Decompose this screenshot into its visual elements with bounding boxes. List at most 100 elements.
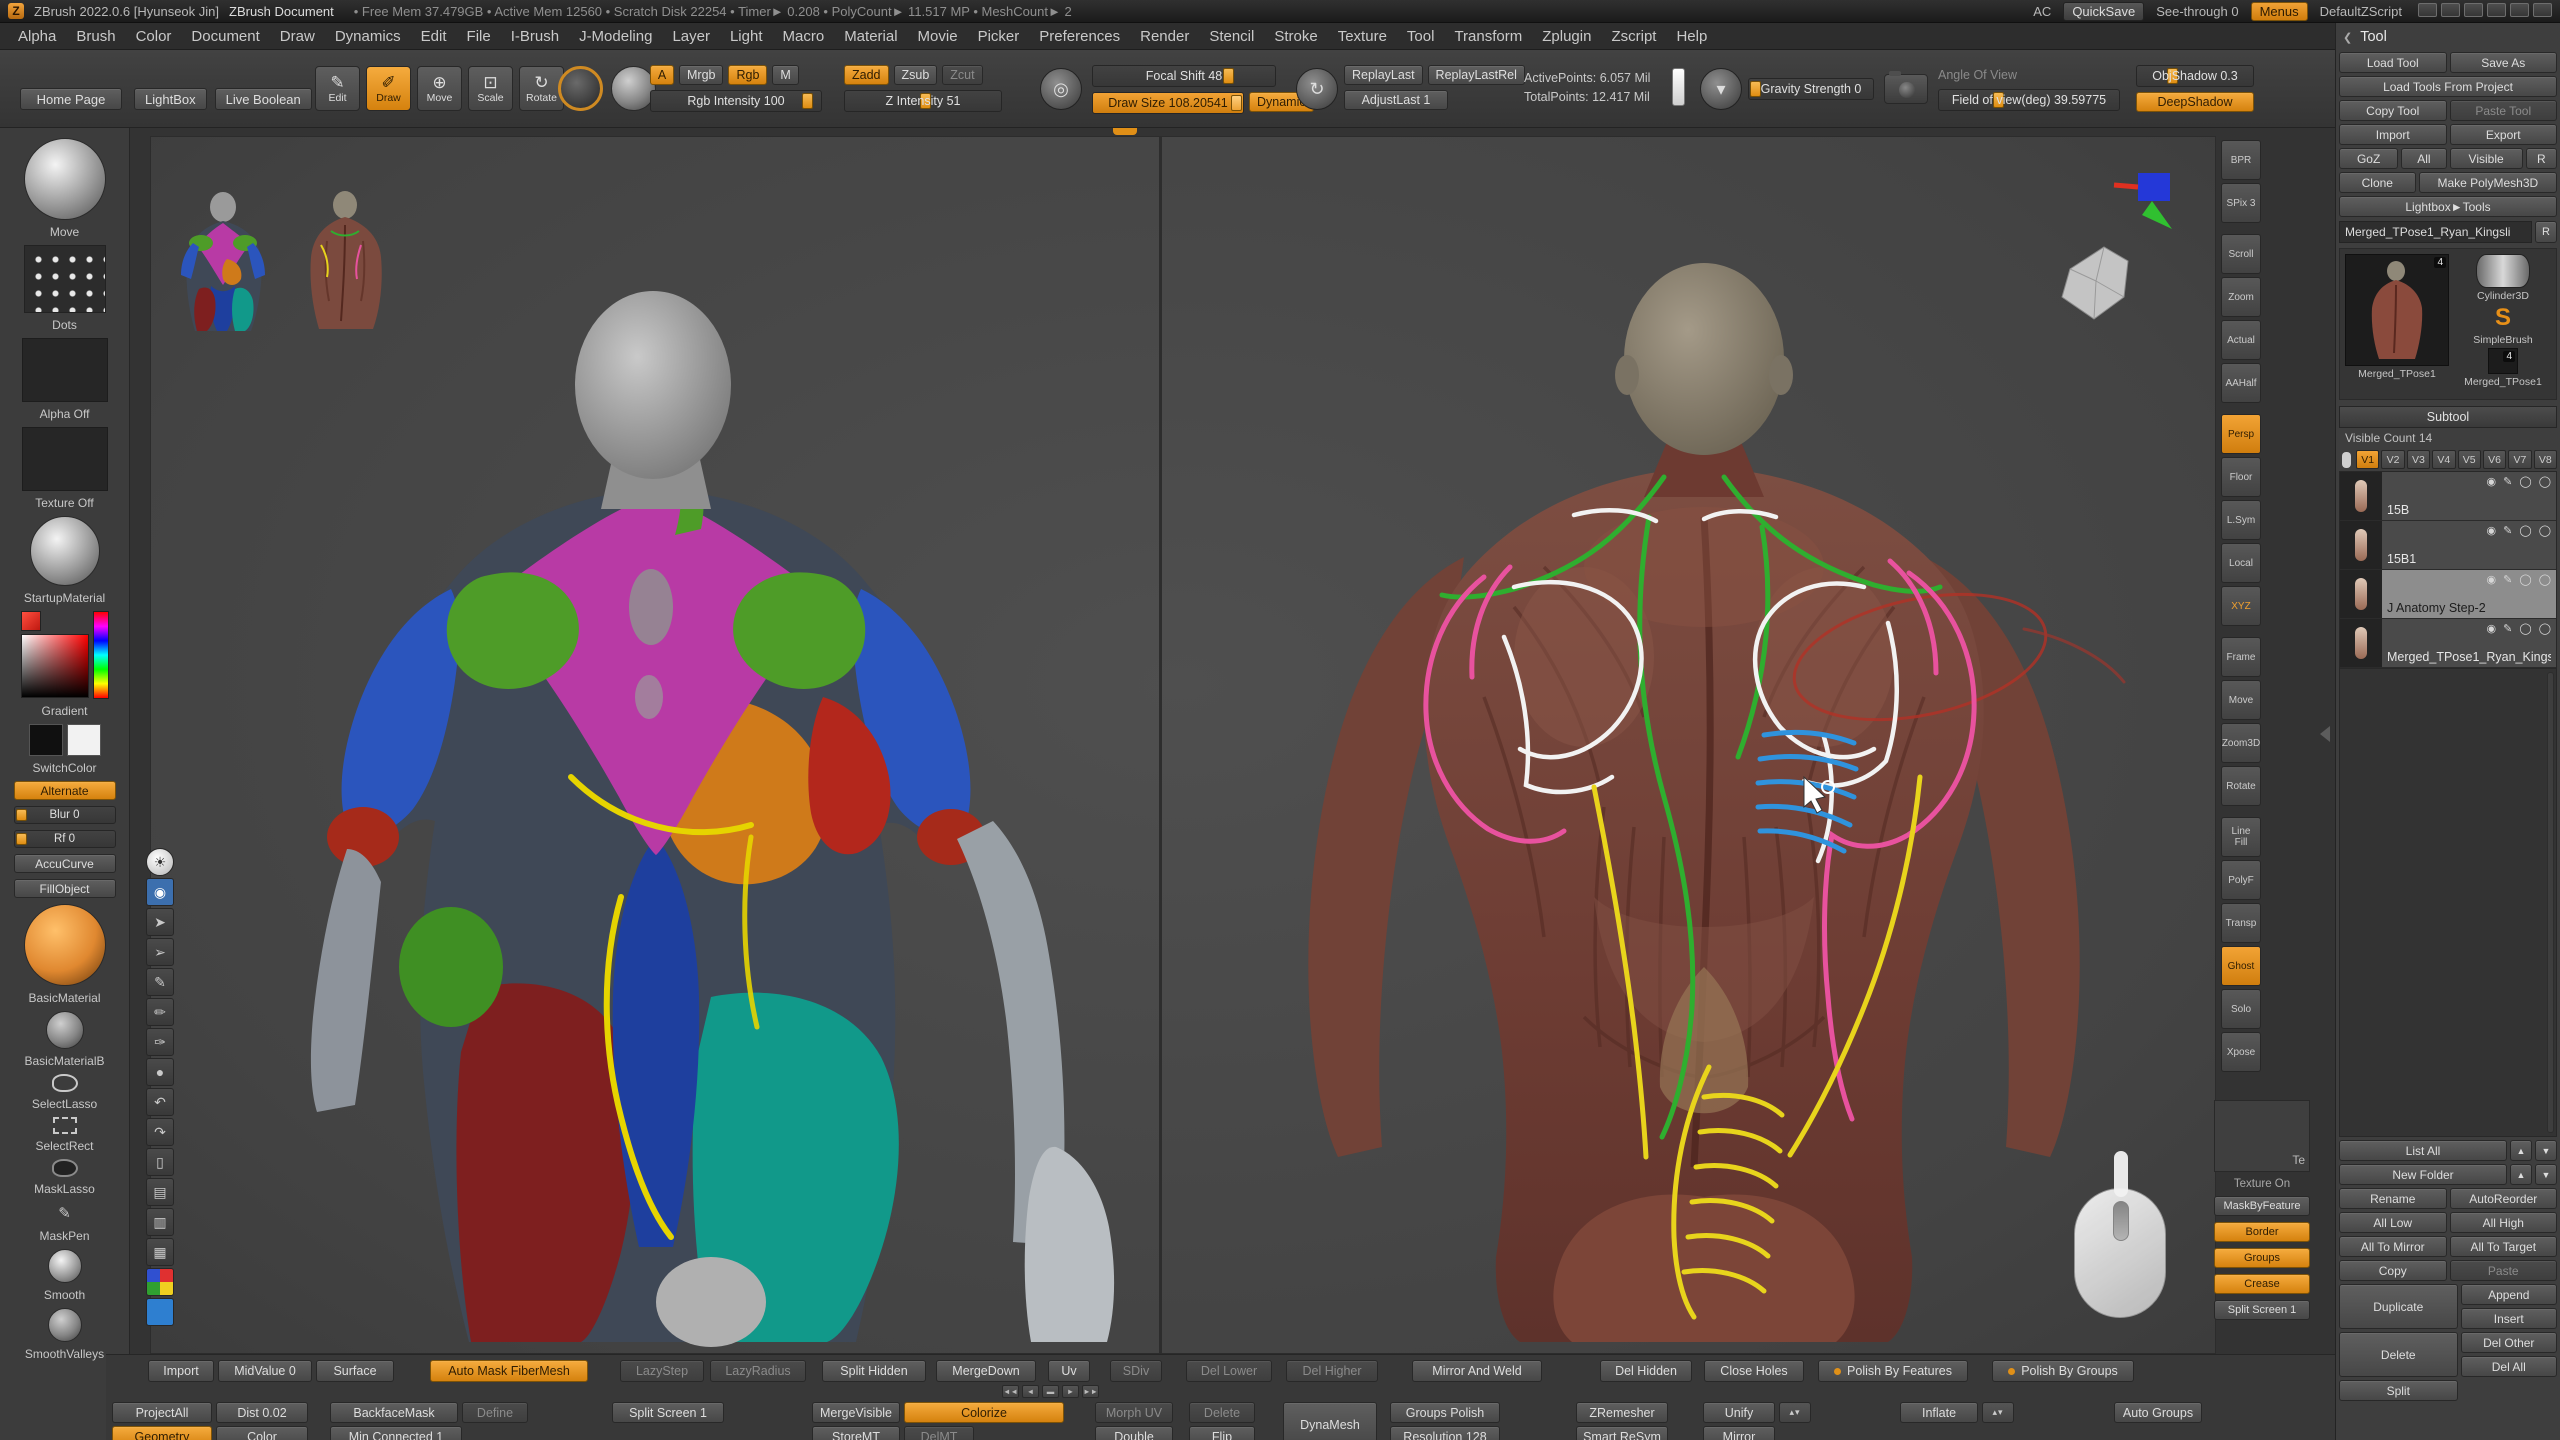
subtool-view-tab-v4[interactable]: V4 (2432, 450, 2455, 469)
obj-shadow-slider[interactable]: ObjShadow 0.3 (2136, 65, 2254, 87)
l-sym-button[interactable]: L.Sym (2221, 500, 2261, 540)
current-brush-thumbnail[interactable] (24, 138, 106, 220)
paintbrush-icon[interactable]: ✎ (2503, 573, 2512, 586)
menu-j-modeling[interactable]: J-Modeling (569, 23, 662, 49)
menu-document[interactable]: Document (181, 23, 269, 49)
subtool-section-header[interactable]: Subtool (2339, 406, 2557, 428)
tray-resize-handle[interactable] (1113, 128, 1137, 135)
polypaint-toggle-icon[interactable]: ◯ (2519, 524, 2531, 537)
menu-movie[interactable]: Movie (908, 23, 968, 49)
close-holes-button[interactable]: Close Holes (1704, 1360, 1804, 1382)
paintbrush-icon[interactable]: ✎ (2503, 475, 2512, 488)
basic-material-b-thumbnail[interactable] (46, 1011, 84, 1049)
folder-down-icon[interactable]: ▼ (2535, 1164, 2557, 1185)
paintbrush-icon[interactable]: ✎ (2503, 524, 2512, 537)
edit-mode-button[interactable]: ✎Edit (315, 66, 360, 111)
split-screen-1-button[interactable]: Split Screen 1 (612, 1402, 724, 1423)
document-icon[interactable] (2487, 3, 2506, 17)
mask-lasso-icon[interactable] (52, 1159, 78, 1177)
eye-icon[interactable]: ◉ (2487, 475, 2497, 488)
colorize-button[interactable]: Colorize (904, 1402, 1064, 1423)
menu-file[interactable]: File (457, 23, 501, 49)
paintbrush-icon[interactable]: ✎ (2503, 622, 2512, 635)
auto-mask-fibermesh-button[interactable]: Auto Mask FiberMesh (430, 1360, 588, 1382)
subtool-scrollbar[interactable] (2547, 672, 2554, 1133)
page-control[interactable]: ▬ (1042, 1385, 1059, 1398)
del-all-button[interactable]: Del All (2461, 1356, 2558, 1377)
list-all-button[interactable]: List All (2339, 1140, 2507, 1161)
select-cursor-icon[interactable]: ➢ (146, 938, 174, 966)
polyf-button[interactable]: PolyF (2221, 860, 2261, 900)
page-control[interactable]: ◄ (1022, 1385, 1039, 1398)
delmt-button[interactable]: DelMT (904, 1426, 974, 1440)
import-button[interactable]: Import (148, 1360, 214, 1382)
nudge-arrows[interactable]: ▴▾ (1779, 1402, 1811, 1423)
subtool-view-tab-v7[interactable]: V7 (2508, 450, 2531, 469)
ghost-button[interactable]: Ghost (2221, 946, 2261, 986)
clone-button[interactable]: Clone (2339, 172, 2416, 193)
uv-toggle-icon[interactable]: ◯ (2539, 475, 2551, 488)
copy-button[interactable]: Copy (2339, 1260, 2447, 1281)
storemt-button[interactable]: StoreMT (812, 1426, 900, 1440)
canvas-thumbnail-painted[interactable] (171, 181, 281, 349)
alternate-button[interactable]: Alternate (14, 781, 116, 800)
pencil-icon[interactable]: ✏ (146, 998, 174, 1026)
delete-button[interactable]: Delete (2339, 1332, 2458, 1377)
gravity-icon[interactable]: ▾ (1700, 68, 1742, 110)
rf-slider[interactable]: Rf 0 (14, 830, 116, 848)
actual-button[interactable]: Actual (2221, 320, 2261, 360)
accucurve-button[interactable]: AccuCurve (14, 854, 116, 873)
rotate-button[interactable]: Rotate (2221, 766, 2261, 806)
menu-stencil[interactable]: Stencil (1199, 23, 1264, 49)
sdiv-button[interactable]: SDiv (1110, 1360, 1162, 1382)
texture-flyout-panel[interactable]: Te (2214, 1100, 2310, 1172)
replay-icon[interactable]: ↻ (1296, 68, 1338, 110)
uv-toggle-icon[interactable]: ◯ (2539, 573, 2551, 586)
polish-by-features-button[interactable]: Polish By Features (1818, 1360, 1968, 1382)
menu-light[interactable]: Light (720, 23, 773, 49)
dot-icon[interactable]: ● (146, 1058, 174, 1086)
paste-button[interactable]: Paste (2450, 1260, 2558, 1281)
focal-shift-slider[interactable]: Focal Shift 48 (1092, 65, 1276, 87)
rgb-button[interactable]: Rgb (728, 65, 767, 85)
zcut-button[interactable]: Zcut (942, 65, 982, 85)
export-button[interactable]: Export (2450, 124, 2558, 145)
a-toggle-button[interactable]: A (650, 65, 674, 85)
del-lower-button[interactable]: Del Lower (1186, 1360, 1272, 1382)
screen-icon[interactable] (2533, 3, 2552, 17)
clipboard-icon[interactable]: ▤ (146, 1178, 174, 1206)
polypaint-toggle-icon[interactable]: ◯ (2519, 622, 2531, 635)
smart-resym-button[interactable]: Smart ReSym (1576, 1426, 1668, 1440)
subtool-down-icon[interactable]: ▼ (2535, 1140, 2557, 1161)
goz-button[interactable]: GoZ (2339, 148, 2398, 169)
secondary-color-swatch[interactable] (67, 724, 101, 756)
light-icon[interactable]: ☀ (146, 848, 174, 876)
folder-up-icon[interactable]: ▲ (2510, 1164, 2532, 1185)
page-control[interactable]: ►► (1082, 1385, 1099, 1398)
xyz-button[interactable]: XYZ (2221, 586, 2261, 626)
new-folder-button[interactable]: New Folder (2339, 1164, 2507, 1185)
zoom3d-button[interactable]: Zoom3D (2221, 723, 2261, 763)
persp-button[interactable]: Persp (2221, 414, 2261, 454)
menu-color[interactable]: Color (126, 23, 182, 49)
mirror-button[interactable]: Mirror (1703, 1426, 1775, 1440)
menu-render[interactable]: Render (1130, 23, 1199, 49)
tool-thumbnail-cylinder[interactable] (2476, 254, 2530, 288)
right-tray-collapse-arrow[interactable] (2320, 726, 2330, 742)
autoreorder-button[interactable]: AutoReorder (2450, 1188, 2558, 1209)
del-higher-button[interactable]: Del Higher (1286, 1360, 1378, 1382)
pen-icon[interactable]: ✎ (146, 968, 174, 996)
menu-layer[interactable]: Layer (662, 23, 720, 49)
aahalf-button[interactable]: AAHalf (2221, 363, 2261, 403)
draw-mode-button[interactable]: ✐Draw (366, 66, 411, 111)
layout-icon[interactable] (2441, 3, 2460, 17)
define-button[interactable]: Define (462, 1402, 528, 1423)
menu-edit[interactable]: Edit (411, 23, 457, 49)
menu-dynamics[interactable]: Dynamics (325, 23, 411, 49)
display-icon[interactable] (2418, 3, 2437, 17)
subtool-item[interactable]: ◉✎◯◯15B (2340, 472, 2556, 521)
scale-mode-button[interactable]: ⊡Scale (468, 66, 513, 111)
subtool-view-tab-v6[interactable]: V6 (2483, 450, 2506, 469)
select-rect-icon[interactable] (53, 1117, 77, 1134)
transp-button[interactable]: Transp (2221, 903, 2261, 943)
